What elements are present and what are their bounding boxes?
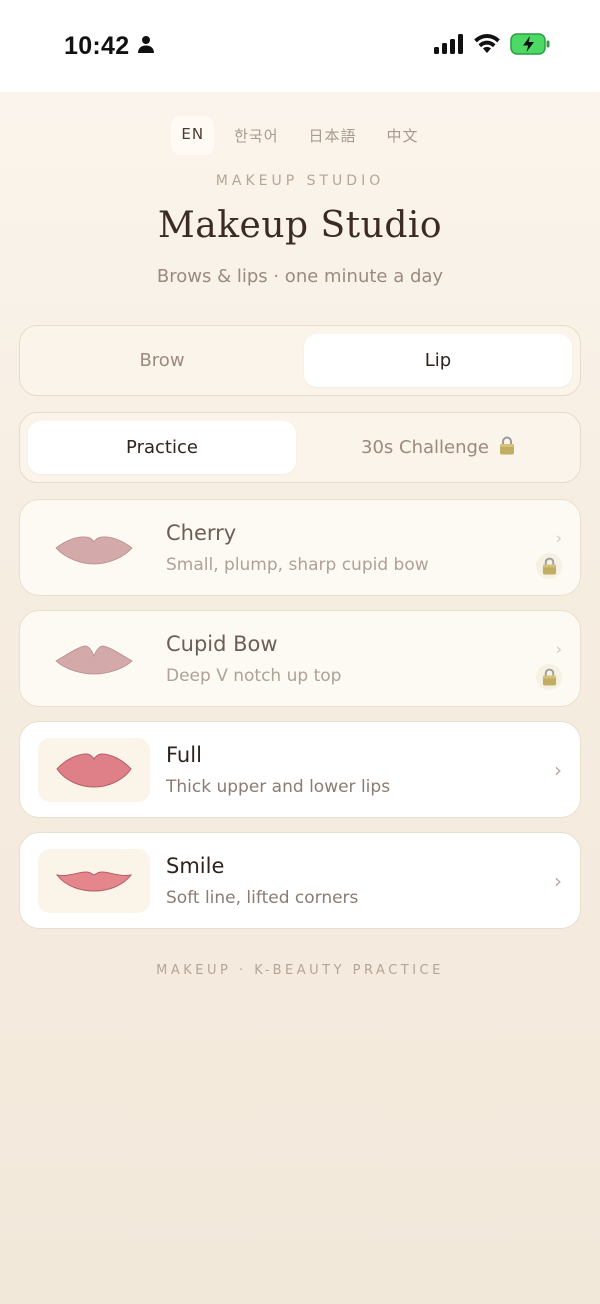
lock-icon <box>499 436 515 460</box>
lock-icon <box>536 553 562 579</box>
page-title: Makeup Studio <box>157 205 443 246</box>
time-group: 10:42 <box>64 32 155 61</box>
footer-label: MAKEUP · K-BEAUTY PRACTICE <box>156 963 444 978</box>
lip-card-subtitle: Thick upper and lower lips <box>166 776 391 797</box>
chevron-right-icon: › <box>554 757 562 782</box>
card-text: Cupid Bow Deep V notch up top <box>166 632 341 686</box>
chevron-right-icon: › <box>554 868 562 893</box>
lock-icon <box>536 664 562 690</box>
lang-ja[interactable]: 日本語 <box>299 116 367 155</box>
lip-card-subtitle: Small, plump, sharp cupid bow <box>166 554 429 575</box>
tab-brow-label: Brow <box>139 350 185 371</box>
smile-lips-icon <box>55 870 133 892</box>
lip-thumbnail <box>38 516 150 580</box>
lip-thumbnail <box>38 737 150 802</box>
tab-practice-label: Practice <box>126 437 198 458</box>
status-icons <box>434 33 550 59</box>
battery-charging-icon <box>510 33 550 59</box>
cellular-icon <box>434 34 464 58</box>
lip-thumbnail <box>38 627 150 691</box>
lang-ko[interactable]: 한국어 <box>224 116 288 155</box>
category-segmented-control: Brow Lip <box>19 325 581 396</box>
card-text: Smile Soft line, lifted corners <box>166 854 358 908</box>
lip-thumbnail <box>38 848 150 913</box>
status-bar: 10:42 <box>0 0 600 92</box>
lang-zh[interactable]: 中文 <box>377 116 429 155</box>
lip-card-title: Cupid Bow <box>166 631 278 656</box>
lip-card-subtitle: Soft line, lifted corners <box>166 887 359 908</box>
tab-30s-challenge[interactable]: 30s Challenge <box>304 421 572 474</box>
tab-brow[interactable]: Brow <box>28 334 296 387</box>
lip-card-title: Cherry <box>166 520 237 545</box>
full-lips-icon <box>56 752 132 788</box>
tab-lip-label: Lip <box>424 350 452 371</box>
lip-card-smile[interactable]: Smile Soft line, lifted corners › <box>19 832 581 929</box>
clock: 10:42 <box>64 31 130 60</box>
lip-card-cherry[interactable]: Cherry Small, plump, sharp cupid bow › <box>19 499 581 596</box>
chevron-right-icon: › <box>555 639 562 659</box>
lang-en[interactable]: EN <box>171 116 215 155</box>
tab-lip[interactable]: Lip <box>304 334 572 387</box>
eyebrow-label: MAKEUP STUDIO <box>215 173 385 189</box>
tab-challenge-label: 30s Challenge <box>361 437 489 458</box>
lip-card-cupid-bow[interactable]: Cupid Bow Deep V notch up top › <box>19 610 581 707</box>
lip-card-subtitle: Deep V notch up top <box>166 665 342 686</box>
lip-card-full[interactable]: Full Thick upper and lower lips › <box>19 721 581 818</box>
chevron-right-icon: › <box>555 528 562 548</box>
lip-card-title: Smile <box>166 853 225 878</box>
lip-style-list: Cherry Small, plump, sharp cupid bow › C… <box>19 499 581 929</box>
tab-practice[interactable]: Practice <box>28 421 296 474</box>
mode-segmented-control: Practice 30s Challenge <box>19 412 581 483</box>
cherry-lips-icon <box>55 535 133 564</box>
person-icon <box>137 35 155 57</box>
card-text: Cherry Small, plump, sharp cupid bow <box>166 521 429 575</box>
page-subtitle: Brows & lips · one minute a day <box>156 266 444 287</box>
lip-card-title: Full <box>166 742 202 767</box>
language-picker: EN 한국어 日本語 中文 <box>0 116 600 155</box>
card-text: Full Thick upper and lower lips <box>166 743 390 797</box>
cupid-bow-lips-icon <box>55 645 133 674</box>
wifi-icon <box>474 34 500 58</box>
